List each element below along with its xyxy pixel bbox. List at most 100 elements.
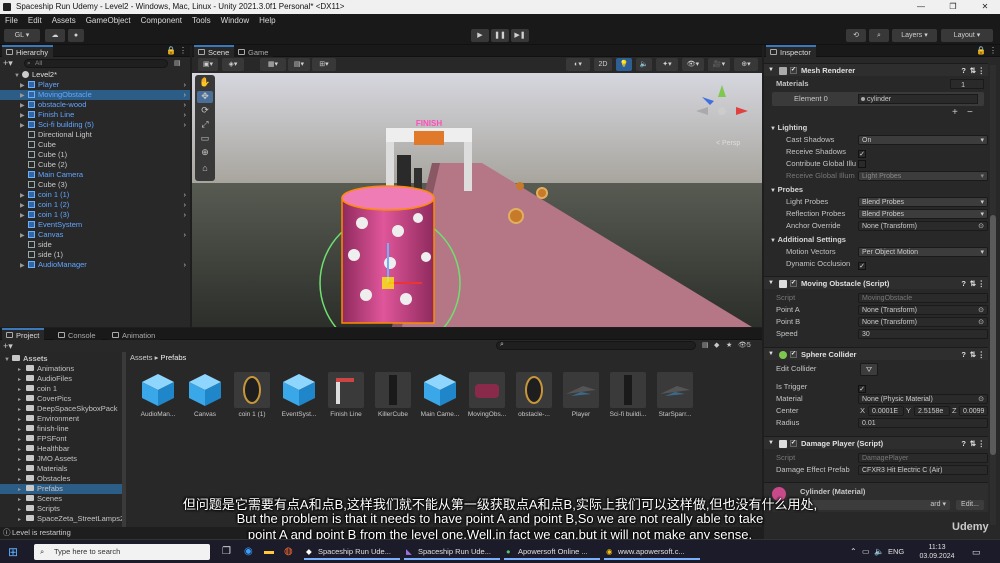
cast-shadows-dropdown[interactable]: On ▾ [858,135,988,145]
add-icon[interactable]: +▾ [3,59,15,68]
taskbar-search-input[interactable]: ⌕ Type here to search [34,544,210,560]
cloud-icon[interactable]: ☁ [45,29,65,42]
scale-tool-icon[interactable]: ⤢ [197,119,213,131]
2d-toggle[interactable]: 2D [594,58,612,71]
hierarchy-item[interactable]: ▶ obstacle-wood › [0,100,190,110]
motion-vectors-dropdown[interactable]: Per Object Motion ▾ [858,247,988,257]
project-folder-item[interactable]: ▸ Prefabs [0,484,122,494]
tab-scene[interactable]: Scene [194,45,235,57]
project-folder-item[interactable]: ▸ CoverPics [0,394,122,404]
open-prefab-icon[interactable]: › [184,200,187,210]
preset-icon[interactable]: ⇅ [970,348,976,361]
mesh-renderer-enabled-checkbox[interactable]: ✓ [790,67,797,74]
search-icon[interactable]: ⌕ [869,29,889,42]
move-tool-icon[interactable]: ✥ [197,91,213,103]
project-search-input[interactable]: ⌕ [496,341,696,350]
materials-count-field[interactable]: 1 [950,79,984,89]
open-prefab-icon[interactable]: › [184,260,187,270]
hierarchy-item[interactable]: ▶ Canvas › [0,230,190,240]
sphere-collider-enabled-checkbox[interactable]: ✓ [790,351,797,358]
menu-component[interactable]: Component [136,14,187,27]
tab-inspector[interactable]: Inspector [766,45,816,57]
layers-dropdown[interactable]: Layers ▾ [892,29,937,42]
asset-tile[interactable]: KillerCube [372,370,414,422]
asset-tile[interactable]: Canvas [184,370,226,422]
transform-tool-icon[interactable]: ⊕ [197,147,213,159]
preset-icon[interactable]: ⇅ [970,437,976,450]
more-icon[interactable]: ⋮ [989,46,997,55]
asset-tile[interactable]: StarSparr... [654,370,696,422]
asset-tile[interactable]: Player [560,370,602,422]
is-trigger-checkbox[interactable]: ✓ [858,385,866,393]
gizmos-icon[interactable]: ⊕▾ [734,58,758,71]
open-prefab-icon[interactable]: › [184,110,187,120]
component-menu-icon[interactable]: ⋮ [978,277,986,290]
minimize-icon[interactable]: — [906,0,936,14]
open-prefab-icon[interactable]: › [184,230,187,240]
taskbar-app-vs[interactable]: ◣ Spaceship Run Ude... [404,544,500,560]
asset-tile[interactable]: Main Came... [419,370,461,422]
hierarchy-item[interactable]: ▶ Player › [0,80,190,90]
project-folder-item[interactable]: ▸ AudioFiles [0,374,122,384]
menu-assets[interactable]: Assets [47,14,81,27]
anchor-override-field[interactable]: None (Transform) ⊙ [858,221,988,231]
open-prefab-icon[interactable]: › [184,210,187,220]
hierarchy-item[interactable]: Cube (1) [0,150,190,160]
additional-settings-section[interactable]: Additional Settings [778,235,846,244]
filter-label-icon[interactable]: ◆ [714,341,719,349]
network-icon[interactable]: ▭ [862,544,870,560]
help-icon[interactable]: ? [961,64,966,77]
rotate-tool-icon[interactable]: ⟳ [197,105,213,117]
firefox-icon[interactable]: ◍ [284,544,293,560]
lock-icon[interactable]: 🔒 [166,46,176,55]
hierarchy-item[interactable]: ▶ MovingObstacle › [0,90,190,100]
project-folder-item[interactable]: ▸ FPSFont [0,434,122,444]
probes-section[interactable]: Probes [778,185,803,194]
project-folder-item[interactable]: ▸ finish-line [0,424,122,434]
asset-tile[interactable]: MovingObs... [466,370,508,422]
tab-console[interactable]: Console [54,328,101,340]
project-folder-item[interactable]: ▸ Environment [0,414,122,424]
expand-arrow-icon[interactable]: ▶ [20,261,28,271]
preset-icon[interactable]: ⇅ [970,277,976,290]
draw-mode-icon[interactable]: ▣▾ [198,58,218,71]
point-a-field[interactable]: None (Transform) ⊙ [858,305,988,315]
edge-icon[interactable]: ◉ [244,544,253,560]
account-dropdown[interactable]: GL ▾ [4,29,40,42]
maximize-icon[interactable]: ❐ [938,0,968,14]
audio-toggle-icon[interactable]: 🔈 [636,58,652,71]
menu-file[interactable]: File [0,14,23,27]
hierarchy-item[interactable]: ▶ AudioManager › [0,260,190,270]
help-icon[interactable]: ? [961,437,966,450]
menu-tools[interactable]: Tools [187,14,216,27]
speed-field[interactable]: 30 [858,329,988,339]
scene-root[interactable]: ▼ Level2* [0,70,190,80]
breadcrumb-assets[interactable]: Assets [130,353,153,362]
materials-label[interactable]: Materials [776,78,809,90]
layout-dropdown[interactable]: Layout ▾ [941,29,993,42]
collab-icon[interactable]: ● [68,29,84,42]
more-icon[interactable]: ⋮ [179,46,187,55]
asset-tile[interactable]: coin 1 (1) [231,370,273,422]
receive-shadows-checkbox[interactable]: ✓ [858,150,866,158]
asset-tile[interactable]: EventSyst... [278,370,320,422]
hierarchy-item[interactable]: side [0,240,190,250]
menu-gameobject[interactable]: GameObject [81,14,136,27]
project-folder-item[interactable]: ▸ Healthbar [0,444,122,454]
project-folder-item[interactable]: ▸ coin 1 [0,384,122,394]
moving-obstacle-enabled-checkbox[interactable]: ✓ [790,280,797,287]
point-b-field[interactable]: None (Transform) ⊙ [858,317,988,327]
lighting-toggle-icon[interactable]: 💡 [616,58,632,71]
pause-button[interactable]: ❚❚ [491,29,509,42]
taskbar-app-chrome[interactable]: ◉ www.apowersoft.c... [604,544,700,560]
damage-player-header[interactable]: ▼ ✓ Damage Player (Script) ? ⇅ ⋮ [764,436,988,449]
scene-viewport[interactable]: FINISH < Persp [192,73,762,327]
hierarchy-item[interactable]: ▶ coin 1 (3) › [0,210,190,220]
light-probes-dropdown[interactable]: Blend Probes ▾ [858,197,988,207]
breadcrumb-prefabs[interactable]: Prefabs [160,353,186,362]
open-prefab-icon[interactable]: › [184,100,187,110]
increment-snap-icon[interactable]: ▤▾ [288,58,310,71]
custom-tool-icon[interactable]: ⌂ [197,163,213,175]
center-z-field[interactable]: 0.0099 [959,406,988,416]
hierarchy-item[interactable]: Directional Light [0,130,190,140]
